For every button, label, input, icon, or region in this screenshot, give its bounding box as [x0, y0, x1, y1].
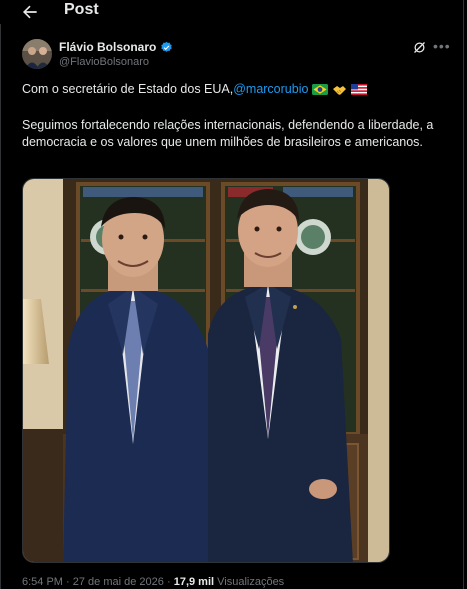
- post-text-paragraph: Seguimos fortalecendo relações internaci…: [22, 118, 434, 149]
- brazil-flag-icon: [312, 84, 329, 95]
- column-divider-right: [463, 0, 464, 589]
- views-count: 17,9 mil: [173, 576, 215, 588]
- grok-icon[interactable]: [412, 40, 427, 55]
- top-bar: Post: [0, 0, 467, 24]
- post-text-prefix: Com o secretário de Estado dos EUA,: [22, 82, 234, 96]
- meta-separator: ·: [166, 576, 174, 588]
- post-date[interactable]: 27 de mai de 2026: [73, 576, 164, 588]
- author-name[interactable]: Flávio Bolsonaro: [59, 40, 156, 54]
- column-divider-left: [0, 24, 1, 589]
- verified-badge-icon: [161, 41, 173, 52]
- usa-flag-icon: [351, 84, 368, 95]
- more-icon[interactable]: •••: [433, 38, 451, 54]
- back-arrow-icon[interactable]: [20, 2, 40, 22]
- post-photo[interactable]: [22, 178, 390, 563]
- post-meta: 6:54 PM · 27 de mai de 2026 · 17,9 mil V…: [22, 576, 284, 588]
- handshake-icon: [333, 85, 347, 95]
- post-time[interactable]: 6:54 PM: [22, 576, 63, 588]
- mention-link[interactable]: @marcorubio: [233, 81, 308, 98]
- page-title: Post: [64, 1, 99, 18]
- author-handle[interactable]: @FlavioBolsonaro: [59, 56, 149, 68]
- post-text-line1: Com o secretário de Estado dos EUA, @mar…: [22, 81, 368, 98]
- meta-separator: ·: [66, 576, 73, 588]
- author-avatar[interactable]: [22, 39, 52, 69]
- author-name-row: Flávio Bolsonaro: [59, 40, 173, 54]
- views-label: Visualizações: [217, 576, 285, 588]
